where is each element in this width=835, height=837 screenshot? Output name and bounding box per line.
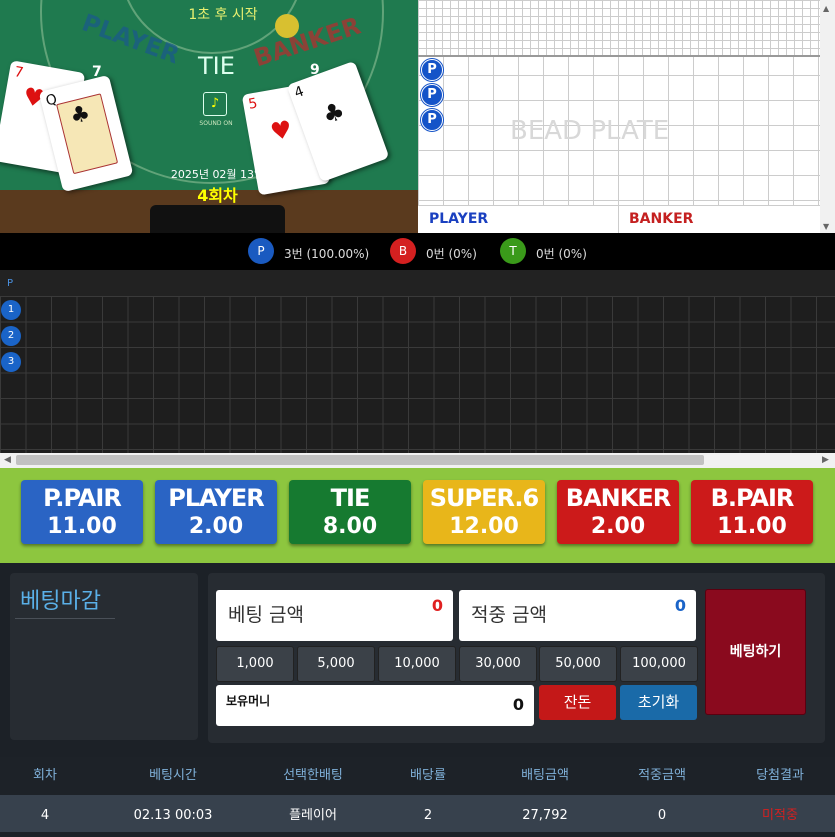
chip-50000-button[interactable]: 50,000 bbox=[539, 646, 617, 682]
divider bbox=[15, 618, 115, 619]
win-amount-label: 적중 금액 bbox=[471, 604, 547, 626]
history-col-bet-amount: 배팅금액 bbox=[521, 768, 569, 783]
bead-result-3: P bbox=[421, 109, 443, 131]
bet-tie-button[interactable]: TIE 8.00 bbox=[289, 480, 411, 544]
bet-amount-label: 베팅 금액 bbox=[228, 604, 304, 626]
balance-label: 보유머니 bbox=[226, 694, 271, 708]
balance-value: 0 bbox=[512, 695, 524, 714]
divider bbox=[418, 55, 820, 57]
history-col-time: 베팅시간 bbox=[149, 768, 197, 783]
history-choice: 플레이어 bbox=[289, 808, 337, 823]
betting-panel: 베팅 금액 0 적중 금액 0 1,000 5,000 10,000 30,00… bbox=[208, 573, 825, 743]
road-result-2: 2 bbox=[1, 326, 21, 346]
bead-player-label: PLAYER bbox=[429, 211, 489, 227]
bet-banker-button[interactable]: BANKER 2.00 bbox=[557, 480, 679, 544]
sound-label: SOUND ON bbox=[199, 120, 233, 127]
tie-stat-text: 0번 (0%) bbox=[536, 247, 587, 261]
place-bet-button[interactable]: 베팅하기 bbox=[705, 589, 806, 715]
history-col-result: 당첨결과 bbox=[756, 768, 804, 783]
win-amount-field: 적중 금액 0 bbox=[459, 590, 696, 641]
player-stat-icon: P bbox=[248, 238, 274, 264]
road-result-3: 3 bbox=[1, 352, 21, 372]
small-road-grid bbox=[418, 0, 820, 56]
vertical-scrollbar[interactable]: ▲ ▼ bbox=[820, 0, 835, 233]
chip-30000-button[interactable]: 30,000 bbox=[459, 646, 537, 682]
bet-super6-button[interactable]: SUPER.6 12.00 bbox=[423, 480, 545, 544]
player-stat-text: 3번 (100.00%) bbox=[284, 247, 370, 261]
history-header: 회차 베팅시간 선택한배팅 배당률 배팅금액 적중금액 당첨결과 bbox=[0, 757, 835, 795]
banker-stat-text: 0번 (0%) bbox=[426, 247, 477, 261]
bet-player-pair-button[interactable]: P.PAIR 11.00 bbox=[21, 480, 143, 544]
balance-field: 보유머니 0 bbox=[216, 685, 534, 726]
scroll-thumb[interactable] bbox=[16, 455, 704, 465]
clubs-icon: ♣ bbox=[318, 96, 349, 130]
scroll-down-icon[interactable]: ▼ bbox=[823, 222, 829, 231]
bet-options: P.PAIR 11.00 PLAYER 2.00 TIE 8.00 SUPER.6 12… bbox=[0, 468, 835, 563]
horizontal-scrollbar[interactable]: ◀ ▶ bbox=[0, 453, 835, 468]
history-win-amount: 0 bbox=[657, 808, 667, 823]
big-road-grid: 1 2 3 bbox=[0, 296, 835, 453]
history-result: 미적중 bbox=[762, 808, 798, 823]
big-road-header: P bbox=[7, 278, 14, 289]
bead-result-2: P bbox=[421, 84, 443, 106]
change-button[interactable]: 잔돈 bbox=[539, 685, 616, 720]
reset-button[interactable]: 초기화 bbox=[620, 685, 697, 720]
stats-bar: P 3번 (100.00%) B 0번 (0%) T 0번 (0%) bbox=[0, 233, 835, 270]
countdown-text: 1초 후 시작 bbox=[188, 7, 258, 23]
bet-amount-field: 베팅 금액 0 bbox=[216, 590, 453, 641]
road-result-1: 1 bbox=[1, 300, 21, 320]
bead-plate: P P P BEAD PLATE PLAYER BANKER bbox=[418, 0, 820, 234]
scroll-right-icon[interactable]: ▶ bbox=[822, 455, 829, 465]
bead-result-1: P bbox=[421, 59, 443, 81]
history-col-odds: 배당률 bbox=[410, 768, 446, 783]
chip-5000-button[interactable]: 5,000 bbox=[297, 646, 375, 682]
divider bbox=[618, 206, 619, 233]
history-round: 4 bbox=[40, 808, 50, 823]
big-road: P 1 2 3 bbox=[0, 270, 835, 453]
chip-100000-button[interactable]: 100,000 bbox=[620, 646, 698, 682]
table-row: 4 02.13 00:03 플레이어 2 27,792 0 미적중 bbox=[0, 795, 835, 832]
betting-status-panel: 베팅마감 bbox=[10, 573, 198, 740]
bead-plate-title: BEAD PLATE bbox=[510, 116, 670, 146]
hearts-icon: ♥ bbox=[268, 115, 295, 147]
history-time: 02.13 00:03 bbox=[133, 808, 213, 823]
baccarat-table: 1초 후 시작 PLAYER BANKER TIE 7 9 ♪ SOUND ON… bbox=[0, 0, 418, 233]
history-bet-amount: 27,792 bbox=[522, 808, 568, 823]
tie-stat-icon: T bbox=[500, 238, 526, 264]
bead-banker-label: BANKER bbox=[629, 211, 694, 227]
scroll-up-icon[interactable]: ▲ bbox=[823, 4, 829, 13]
dealer-slot bbox=[150, 205, 285, 233]
chip-10000-button[interactable]: 10,000 bbox=[378, 646, 456, 682]
history-odds: 2 bbox=[423, 808, 433, 823]
history-col-round: 회차 bbox=[33, 768, 57, 783]
history-col-win-amount: 적중금액 bbox=[638, 768, 686, 783]
chip-1000-button[interactable]: 1,000 bbox=[216, 646, 294, 682]
betting-status: 베팅마감 bbox=[20, 589, 101, 614]
tie-zone-label: TIE bbox=[198, 52, 235, 80]
dealer-chip-icon bbox=[275, 14, 299, 38]
bet-player-button[interactable]: PLAYER 2.00 bbox=[155, 480, 277, 544]
win-amount-value: 0 bbox=[674, 596, 686, 615]
sound-icon[interactable]: ♪ bbox=[203, 92, 227, 116]
history-col-choice: 선택한배팅 bbox=[283, 768, 343, 783]
banker-stat-icon: B bbox=[390, 238, 416, 264]
scroll-left-icon[interactable]: ◀ bbox=[4, 455, 11, 465]
bet-amount-value: 0 bbox=[431, 596, 443, 615]
bet-banker-pair-button[interactable]: B.PAIR 11.00 bbox=[691, 480, 813, 544]
